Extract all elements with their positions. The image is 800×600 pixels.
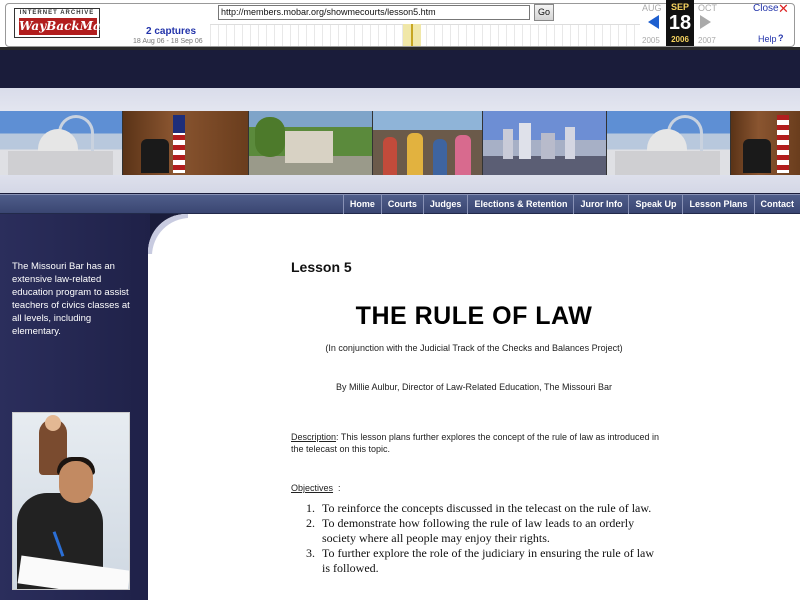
close-icon[interactable]: ✕ <box>778 1 789 17</box>
lesson-author: By Millie Aulbur, Director of Law-Relate… <box>336 382 612 392</box>
nav-item-speak-up[interactable]: Speak Up <box>628 195 682 214</box>
lesson-description: Description: This lesson plans further e… <box>291 431 671 455</box>
wayback-help-link[interactable]: Help <box>758 34 777 44</box>
wayback-year-next: 2007 <box>698 36 716 45</box>
list-item-text: To demonstrate how following the rule of… <box>322 516 635 545</box>
courtroom-photo-2 <box>731 111 800 175</box>
list-item: 2. To demonstrate how following the rule … <box>300 516 660 546</box>
wayback-year-current: 2006 <box>671 35 689 44</box>
objectives-colon: : <box>338 483 341 493</box>
wayback-timeline[interactable] <box>210 24 640 46</box>
list-item: 1. To reinforce the concepts discussed in… <box>300 501 660 516</box>
wayback-logo-top: INTERNET ARCHIVE <box>19 10 95 16</box>
nav-item-contact[interactable]: Contact <box>753 195 800 214</box>
list-item-number: 3. <box>306 546 315 560</box>
nav-item-home[interactable]: Home <box>342 195 381 214</box>
wayback-year-prev[interactable]: 2005 <box>642 36 660 45</box>
capitol-photo-2 <box>607 111 731 175</box>
list-item: 3. To further explore the role of the jud… <box>300 546 660 576</box>
crowd-photo <box>373 111 483 175</box>
house-photo <box>249 111 373 175</box>
wayback-go-button[interactable]: Go <box>534 4 554 21</box>
next-capture-arrow-icon <box>700 15 711 29</box>
city-skyline-photo <box>483 111 607 175</box>
student-photo <box>12 412 130 590</box>
nav-item-judges[interactable]: Judges <box>422 195 468 214</box>
list-item-number: 2. <box>306 516 315 530</box>
content-corner <box>148 214 188 254</box>
page-title: THE RULE OF LAW <box>355 302 593 330</box>
wayback-logo-main: WayBackMachine <box>19 18 138 35</box>
lesson-subtitle: (In conjunction with the Judicial Track … <box>325 343 623 353</box>
wayback-calendar: AUG SEP 18 2006 OCT 2005 2007 <box>640 0 720 50</box>
wayback-day: 18 <box>668 12 692 34</box>
wayback-url-input[interactable]: http://members.mobar.org/showmecourts/le… <box>218 5 530 20</box>
description-label: Description <box>291 432 337 442</box>
wayback-capture-range: 18 Aug 06 - 18 Sep 06 <box>133 38 203 45</box>
wayback-toolbar: INTERNET ARCHIVE WayBackMachine http://m… <box>0 0 800 50</box>
nav-items: Home Courts Judges Elections & Retention… <box>342 195 800 214</box>
nav-item-lesson-plans[interactable]: Lesson Plans <box>682 195 753 214</box>
wayback-month-prev[interactable]: AUG <box>642 3 662 13</box>
capitol-photo <box>0 111 123 175</box>
list-item-number: 1. <box>306 501 315 515</box>
objectives-list: 1. To reinforce the concepts discussed in… <box>300 501 660 576</box>
wayback-month-current: SEP <box>670 2 689 12</box>
list-item-text: To further explore the role of the judic… <box>322 546 655 575</box>
sidebar-text: The Missouri Bar has an extensive law-re… <box>12 261 130 337</box>
list-item-text: To reinforce the concepts discussed in t… <box>322 501 652 515</box>
objectives-label: Objectives <box>291 483 334 493</box>
description-text: : This lesson plans further explores the… <box>291 432 660 454</box>
header-top-band <box>0 53 800 93</box>
wayback-close-link[interactable]: Close <box>753 3 779 14</box>
wayback-current-date: SEP 18 2006 <box>666 0 694 46</box>
nav-item-courts[interactable]: Courts <box>380 195 423 214</box>
wayback-month-next: OCT <box>698 3 717 13</box>
prev-capture-arrow-icon[interactable] <box>648 15 659 29</box>
wayback-logo[interactable]: INTERNET ARCHIVE WayBackMachine <box>14 8 138 38</box>
help-icon[interactable]: ? <box>778 33 784 43</box>
main-nav: Home Courts Judges Elections & Retention… <box>0 194 800 214</box>
header-photo-strip <box>0 111 800 175</box>
lesson-number: Lesson 5 <box>291 259 352 275</box>
nav-item-elections-retention[interactable]: Elections & Retention <box>467 195 573 214</box>
nav-item-juror-info[interactable]: Juror Info <box>573 195 628 214</box>
wayback-captures-link[interactable]: 2 captures <box>146 26 196 37</box>
courtroom-photo <box>123 111 249 175</box>
wayback-capture-marker-line <box>411 24 413 46</box>
